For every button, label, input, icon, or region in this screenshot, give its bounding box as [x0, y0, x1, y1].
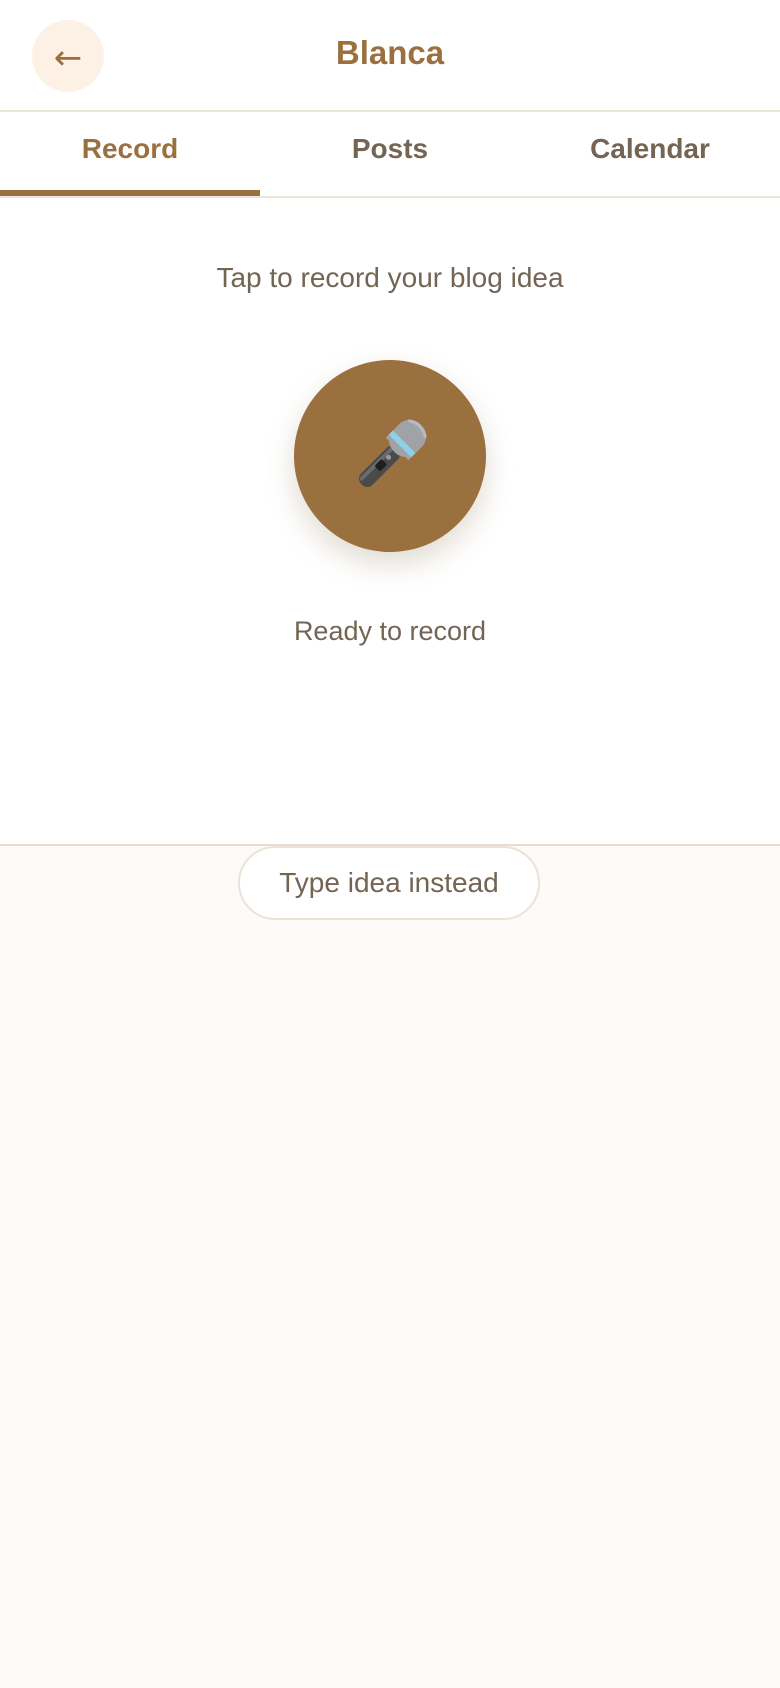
- header-bar: ← Blanca: [0, 0, 780, 112]
- tab-calendar[interactable]: Calendar: [520, 112, 780, 196]
- app-screen: ← Blanca Record Posts Calendar Tap to re…: [0, 0, 780, 1688]
- record-status: Ready to record: [293, 616, 487, 646]
- record-prompt: Tap to record your blog idea: [216, 262, 564, 293]
- tab-bar: Record Posts Calendar: [0, 112, 780, 198]
- record-panel: Tap to record your blog idea Ready to re…: [0, 198, 780, 846]
- tab-record[interactable]: Record: [0, 112, 260, 196]
- record-button[interactable]: [294, 360, 486, 552]
- tab-posts[interactable]: Posts: [260, 112, 520, 196]
- type-idea-button[interactable]: Type idea instead: [238, 846, 540, 920]
- page-title: Blanca: [335, 34, 445, 71]
- microphone-icon: [358, 419, 427, 488]
